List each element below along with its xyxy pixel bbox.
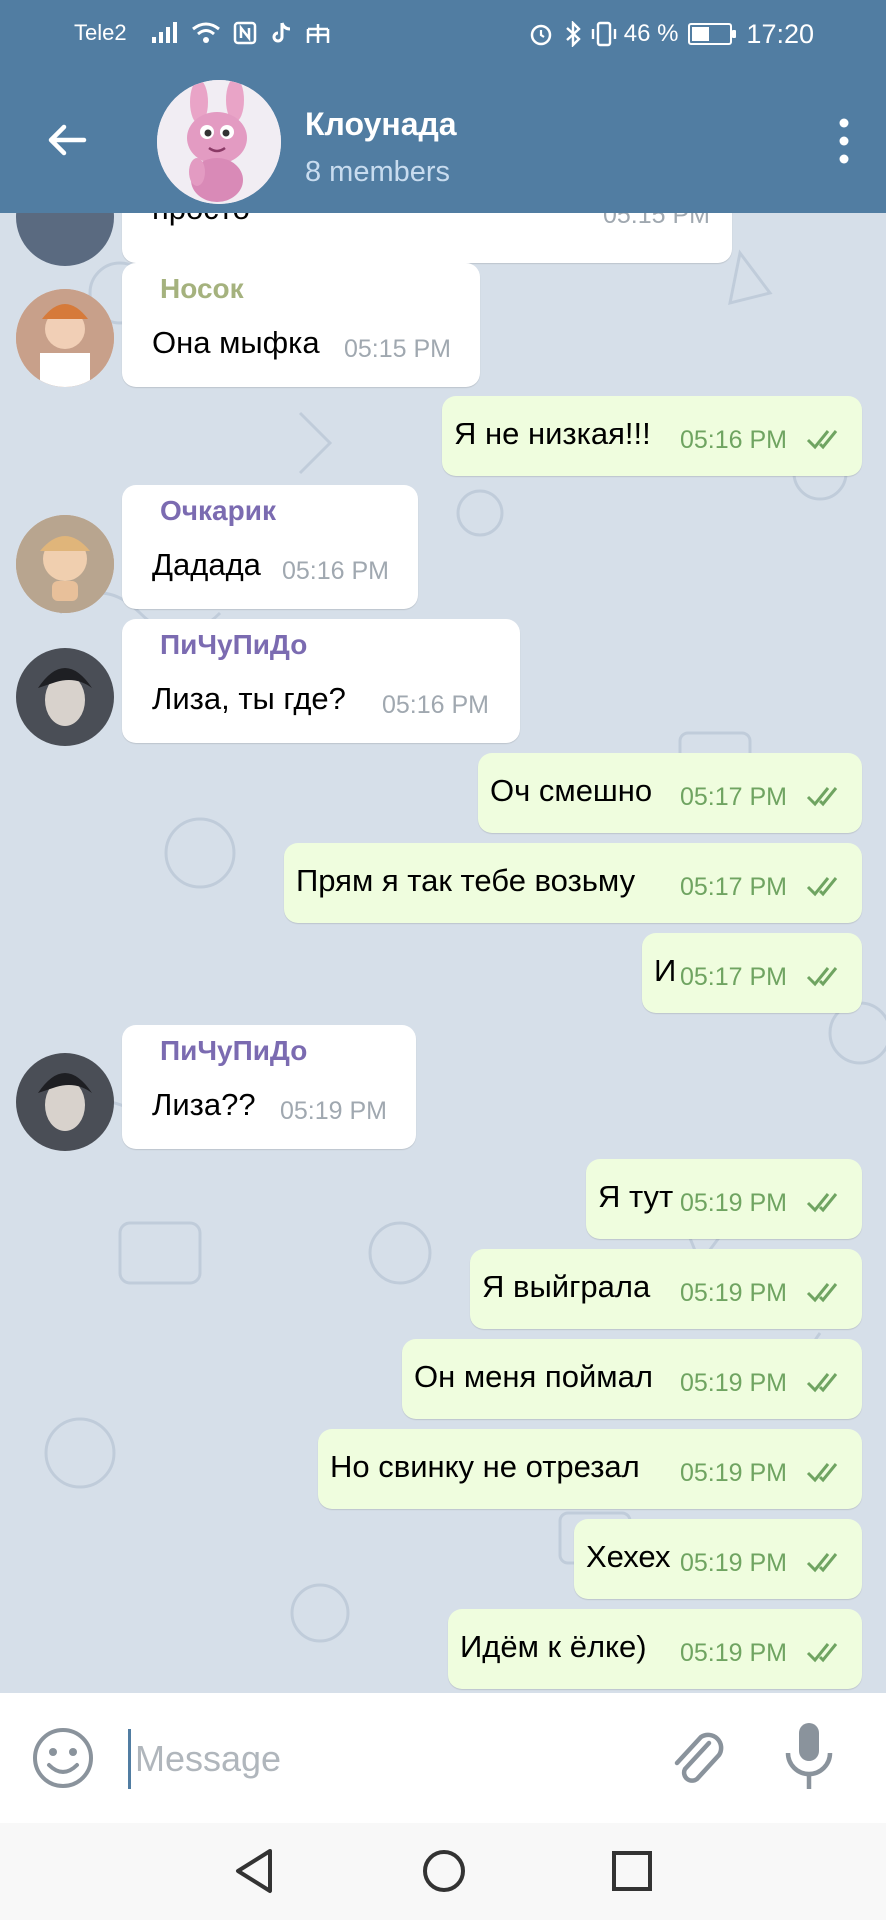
message-sender[interactable]: ПиЧуПиДо bbox=[160, 629, 307, 661]
message-text: Лиза?? bbox=[152, 1087, 256, 1122]
chat-header: Клоунада 8 members bbox=[0, 68, 886, 213]
message-time: 05:19 PM bbox=[680, 1549, 788, 1577]
bluetooth-icon bbox=[565, 21, 581, 47]
back-arrow-icon[interactable] bbox=[40, 113, 94, 167]
chat-area[interactable]: просто 05:15 PM Носок Она мыфка 05:15 PM… bbox=[0, 213, 886, 1693]
message-time: 05:19 PM bbox=[680, 1189, 788, 1217]
message-bubble-outgoing[interactable]: Он меня поймал 05:19 PM bbox=[402, 1339, 862, 1419]
message-time: 05:17 PM bbox=[680, 783, 788, 811]
tiktok-icon bbox=[272, 22, 291, 43]
message-time: 05:19 PM bbox=[280, 1097, 388, 1125]
message-sender[interactable]: Очкарик bbox=[160, 495, 276, 527]
message-bubble-incoming[interactable]: просто 05:15 PM bbox=[122, 213, 732, 263]
read-ticks-icon bbox=[806, 1553, 838, 1573]
message-text: просто bbox=[152, 213, 250, 227]
system-navigation-bar bbox=[0, 1823, 886, 1920]
message-text: Лиза, ты где? bbox=[152, 681, 346, 716]
message-bubble-incoming[interactable]: Очкарик Дадада 05:16 PM bbox=[122, 485, 418, 609]
message-bubble-outgoing[interactable]: Я тут 05:19 PM bbox=[586, 1159, 862, 1239]
message-bubble-outgoing[interactable]: Идём к ёлке) 05:19 PM bbox=[448, 1609, 862, 1689]
message-text: Я не низкая!!! bbox=[454, 416, 651, 451]
status-time: 17:20 bbox=[746, 18, 814, 49]
read-ticks-icon bbox=[806, 430, 838, 450]
more-options-icon[interactable] bbox=[824, 113, 864, 169]
message-text: Хехех bbox=[586, 1539, 671, 1574]
read-ticks-icon bbox=[806, 1283, 838, 1303]
sender-avatar[interactable] bbox=[16, 1053, 114, 1151]
vibrate-icon bbox=[591, 21, 616, 47]
battery-icon bbox=[688, 23, 737, 45]
sender-avatar[interactable] bbox=[16, 289, 114, 387]
emoji-icon[interactable] bbox=[30, 1725, 96, 1791]
read-ticks-icon bbox=[806, 787, 838, 807]
attach-icon[interactable] bbox=[663, 1721, 729, 1793]
signal-icon bbox=[152, 21, 177, 43]
message-text: Идём к ёлке) bbox=[460, 1629, 647, 1664]
sender-avatar[interactable] bbox=[16, 515, 114, 613]
read-ticks-icon bbox=[806, 1193, 838, 1213]
message-input[interactable] bbox=[128, 1729, 628, 1789]
battery-fill bbox=[692, 27, 709, 41]
message-bubble-outgoing[interactable]: Оч смешно 05:17 PM bbox=[478, 753, 862, 833]
message-text: Дадада bbox=[152, 547, 261, 582]
luntik-image bbox=[157, 80, 281, 204]
message-text: Прям я так тебе возьму bbox=[296, 863, 636, 898]
chat-title[interactable]: Клоунада bbox=[305, 106, 457, 143]
message-text: Я тут bbox=[598, 1179, 674, 1214]
message-time: 05:19 PM bbox=[680, 1459, 788, 1487]
nfc-icon bbox=[234, 21, 257, 44]
message-text: И bbox=[654, 953, 677, 988]
network-icon bbox=[306, 23, 329, 43]
message-bubble-outgoing[interactable]: Я не низкая!!! 05:16 PM bbox=[442, 396, 862, 476]
message-time: 05:17 PM bbox=[680, 873, 788, 901]
message-text: Оч смешно bbox=[490, 773, 653, 808]
message-text: Она мыфка bbox=[152, 325, 320, 360]
carrier-label: Tele2 bbox=[74, 20, 127, 45]
status-right: 46 % 17:20 bbox=[528, 18, 886, 50]
message-bubble-outgoing[interactable]: Прям я так тебе возьму 05:17 PM bbox=[284, 843, 862, 923]
message-bubble-incoming[interactable]: ПиЧуПиДо Лиза?? 05:19 PM bbox=[122, 1025, 416, 1149]
message-bubble-incoming[interactable]: Носок Она мыфка 05:15 PM bbox=[122, 263, 480, 387]
read-ticks-icon bbox=[806, 967, 838, 987]
message-bubble-outgoing[interactable]: Хехех 05:19 PM bbox=[574, 1519, 862, 1599]
message-bubble-outgoing[interactable]: Но свинку не отрезал 05:19 PM bbox=[318, 1429, 862, 1509]
read-ticks-icon bbox=[806, 1643, 838, 1663]
message-time: 05:16 PM bbox=[382, 691, 490, 719]
alarm-icon bbox=[530, 24, 551, 46]
message-time: 05:19 PM bbox=[680, 1369, 788, 1397]
message-time: 05:19 PM bbox=[680, 1639, 788, 1667]
nav-home-icon[interactable] bbox=[420, 1845, 468, 1897]
read-ticks-icon bbox=[806, 877, 838, 897]
message-composer bbox=[0, 1693, 886, 1823]
message-sender[interactable]: ПиЧуПиДо bbox=[160, 1035, 307, 1067]
battery-percent: 46 % bbox=[623, 20, 679, 47]
message-bubble-incoming[interactable]: ПиЧуПиДо Лиза, ты где? 05:16 PM bbox=[122, 619, 520, 743]
message-time: 05:17 PM bbox=[680, 963, 788, 991]
message-text: Он меня поймал bbox=[414, 1359, 653, 1394]
status-icons bbox=[150, 18, 331, 46]
read-ticks-icon bbox=[806, 1463, 838, 1483]
message-bubble-outgoing[interactable]: Я выйграла 05:19 PM bbox=[470, 1249, 862, 1329]
message-time: 05:15 PM bbox=[344, 335, 452, 363]
nav-recent-apps-icon[interactable] bbox=[608, 1845, 656, 1897]
microphone-icon[interactable] bbox=[780, 1719, 838, 1795]
message-time: 05:16 PM bbox=[282, 557, 390, 585]
message-bubble-outgoing[interactable]: И 05:17 PM bbox=[642, 933, 862, 1013]
status-bar: Tele2 46 % 17:20 bbox=[0, 0, 886, 68]
message-sender[interactable]: Носок bbox=[160, 273, 244, 305]
message-text: Я выйграла bbox=[482, 1269, 651, 1304]
sender-avatar[interactable] bbox=[16, 648, 114, 746]
message-time: 05:19 PM bbox=[680, 1279, 788, 1307]
nav-back-icon[interactable] bbox=[230, 1845, 278, 1897]
read-ticks-icon bbox=[806, 1373, 838, 1393]
message-text: Но свинку не отрезал bbox=[330, 1449, 640, 1484]
message-time: 05:16 PM bbox=[680, 426, 788, 454]
message-time: 05:15 PM bbox=[602, 213, 710, 229]
group-avatar[interactable] bbox=[157, 80, 281, 204]
wifi-icon bbox=[191, 22, 220, 43]
members-count: 8 members bbox=[305, 156, 451, 188]
